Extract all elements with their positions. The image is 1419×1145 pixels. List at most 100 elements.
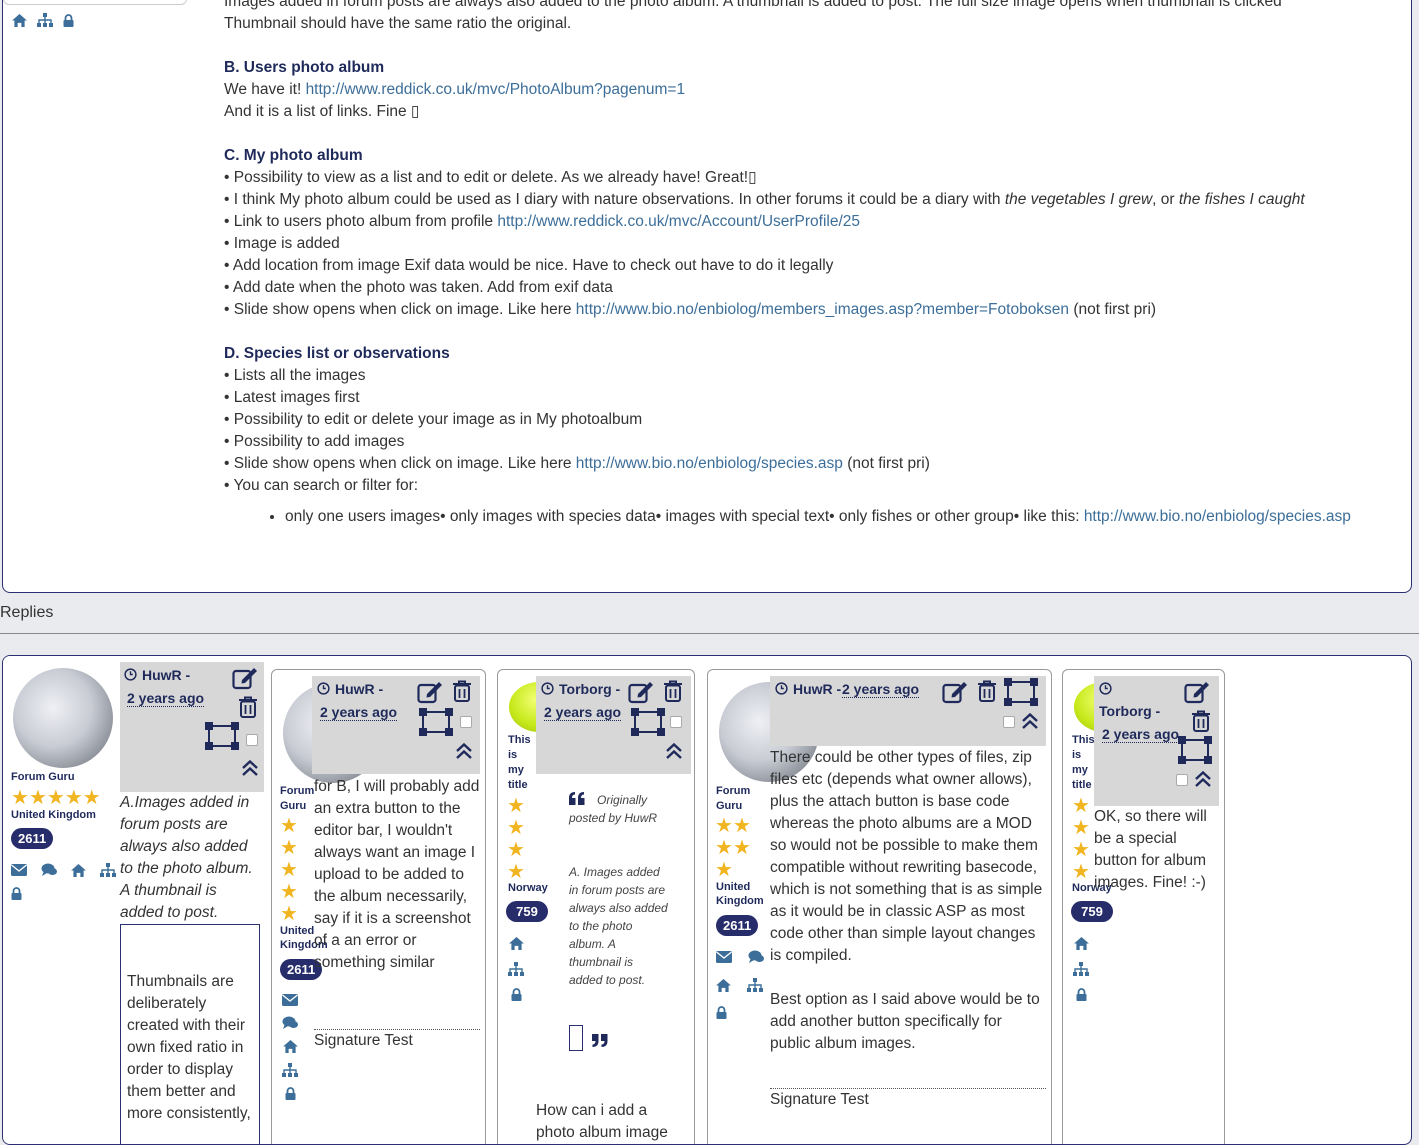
- edit-icon[interactable]: [628, 680, 654, 704]
- trash-icon[interactable]: [452, 680, 472, 702]
- bullet-line: • Latest images first: [224, 389, 360, 406]
- post-author[interactable]: Torborg -: [559, 681, 620, 697]
- resize-icon[interactable]: [419, 708, 455, 736]
- star-icon: ★: [715, 859, 733, 881]
- quote-attribution: Originally posted by HuwR: [569, 793, 658, 825]
- post-time: 2 years ago: [544, 704, 622, 721]
- reply-card: Forum Guru ★ ★ ★ ★ ★ United Kingdom 2611 Huw…: [707, 669, 1052, 1144]
- home-icon[interactable]: [71, 863, 86, 877]
- select-checkbox[interactable]: [670, 716, 682, 728]
- collapse-icon[interactable]: [665, 742, 683, 760]
- bullet-line: • Slide show opens when click on image. …: [224, 455, 930, 472]
- home-icon[interactable]: [716, 978, 731, 992]
- quote-body: A. Images added in forum posts are alway…: [569, 865, 668, 987]
- lock-icon[interactable]: [716, 1006, 727, 1019]
- sitemap-icon[interactable]: [100, 863, 116, 877]
- collapse-icon[interactable]: [241, 759, 259, 777]
- star-icon: ★: [28, 787, 47, 809]
- sitemap-icon[interactable]: [1073, 962, 1089, 976]
- post-header: HuwR - 2 years ago: [120, 662, 264, 792]
- species-link[interactable]: http://www.bio.no/enbiolog/species.asp: [576, 455, 843, 472]
- user-country: Norway: [508, 882, 548, 894]
- sitemap-icon[interactable]: [747, 978, 763, 992]
- species-link[interactable]: http://www.bio.no/enbiolog/species.asp: [1084, 508, 1351, 525]
- post-body: for B, I will probably add an extra butt…: [314, 778, 480, 971]
- star-icon: ★: [82, 787, 101, 809]
- collapse-icon[interactable]: [1021, 712, 1039, 730]
- post-header: HuwR - 2 years ago: [770, 676, 1046, 746]
- bullet-line: • You can search or filter for:: [224, 477, 419, 494]
- collapse-icon[interactable]: [455, 742, 473, 760]
- reply-card: This is my title ★ ★ ★ ★ Norway 759 Torborg…: [1062, 669, 1225, 1144]
- select-checkbox[interactable]: [1003, 716, 1015, 728]
- quote-box: [569, 1025, 583, 1051]
- post-header: Torborg - 2 years ago: [1094, 676, 1219, 806]
- avatar[interactable]: [13, 668, 113, 768]
- sitemap-icon[interactable]: [282, 1063, 298, 1077]
- comments-icon[interactable]: [282, 1016, 298, 1030]
- rank-stars: ★ ★ ★ ★ ★: [11, 787, 101, 809]
- star-icon: ★: [46, 787, 65, 809]
- edit-icon[interactable]: [417, 680, 443, 704]
- lock-icon[interactable]: [508, 988, 524, 1001]
- user-icons: [508, 937, 524, 1001]
- resize-icon[interactable]: [1004, 678, 1040, 706]
- edit-icon[interactable]: [942, 680, 968, 704]
- post-author[interactable]: Torborg -: [1099, 703, 1160, 719]
- comments-icon[interactable]: [748, 950, 764, 964]
- post-author[interactable]: HuwR -: [335, 681, 383, 697]
- star-icon: ★: [715, 815, 733, 837]
- user-profile-link[interactable]: http://www.reddick.co.uk/mvc/Account/Use…: [497, 213, 860, 230]
- members-images-link[interactable]: http://www.bio.no/enbiolog/members_image…: [576, 301, 1069, 318]
- home-icon[interactable]: [12, 13, 27, 27]
- photo-album-link[interactable]: http://www.reddick.co.uk/mvc/PhotoAlbum?…: [306, 81, 686, 98]
- collapse-icon[interactable]: [1194, 770, 1212, 788]
- bullet-line: • Add date when the photo was taken. Add…: [224, 279, 613, 296]
- clock-icon: [1099, 682, 1112, 695]
- lock-icon[interactable]: [63, 13, 74, 27]
- post-time: 2 years ago: [1102, 726, 1180, 743]
- select-checkbox[interactable]: [1176, 774, 1188, 786]
- star-icon: ★: [64, 787, 83, 809]
- bullet-line: • Add location from image Exif data woul…: [224, 257, 834, 274]
- trash-icon[interactable]: [663, 680, 683, 702]
- user-icons: [11, 863, 116, 900]
- sitemap-icon[interactable]: [37, 13, 53, 27]
- edit-icon[interactable]: [1184, 680, 1210, 704]
- post-author[interactable]: HuwR -: [142, 667, 190, 683]
- star-icon: ★: [11, 787, 29, 809]
- signature: Signature Test: [770, 1091, 869, 1108]
- envelope-icon[interactable]: [282, 994, 298, 1006]
- user-icons: [1073, 937, 1089, 1001]
- edit-icon[interactable]: [232, 666, 258, 690]
- star-icon: ★: [732, 837, 751, 859]
- author-box: [3, 0, 187, 5]
- lock-icon[interactable]: [282, 1087, 298, 1100]
- home-icon[interactable]: [1073, 937, 1089, 950]
- lock-icon[interactable]: [1073, 988, 1089, 1001]
- signature: Signature Test: [314, 1032, 413, 1049]
- trash-icon[interactable]: [977, 680, 997, 702]
- envelope-icon[interactable]: [716, 950, 732, 964]
- envelope-icon[interactable]: [11, 863, 27, 877]
- home-icon[interactable]: [508, 937, 524, 950]
- resize-icon[interactable]: [631, 708, 667, 736]
- quote-text: Thumbnails are deliberately created with…: [127, 973, 251, 1122]
- comments-icon[interactable]: [41, 863, 57, 877]
- clock-icon: [775, 682, 788, 695]
- select-checkbox[interactable]: [246, 734, 258, 746]
- resize-icon[interactable]: [205, 722, 241, 750]
- resize-icon[interactable]: [1178, 736, 1214, 764]
- sitemap-icon[interactable]: [508, 962, 524, 976]
- post-time: 2 years ago: [842, 681, 920, 698]
- trash-icon[interactable]: [238, 696, 258, 718]
- user-rank: This is my title: [508, 734, 531, 791]
- replies-panel: Forum Guru ★ ★ ★ ★ ★ United Kingdom 2611 Huw…: [2, 655, 1412, 1145]
- post-time: 2 years ago: [320, 704, 398, 721]
- post-author[interactable]: HuwR -: [793, 681, 841, 697]
- select-checkbox[interactable]: [460, 716, 472, 728]
- trash-icon[interactable]: [1191, 710, 1211, 732]
- lock-icon[interactable]: [11, 887, 22, 900]
- post-time: 2 years ago: [127, 690, 205, 707]
- home-icon[interactable]: [282, 1040, 298, 1053]
